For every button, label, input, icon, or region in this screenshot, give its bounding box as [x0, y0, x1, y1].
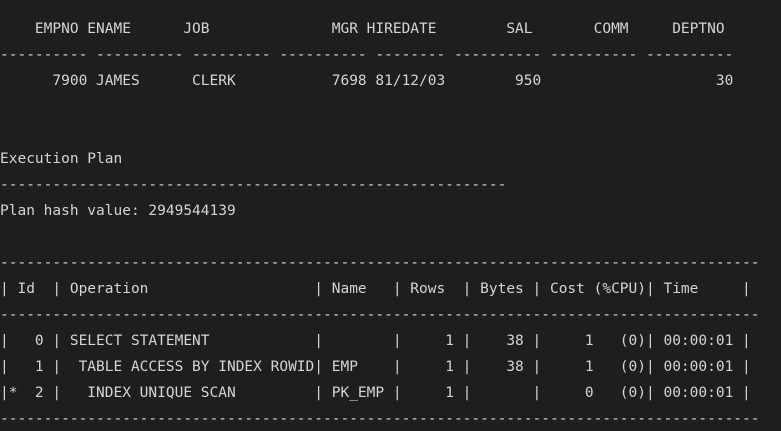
- plan-table-row: | 0 | SELECT STATEMENT | | 1 | 38 | 1 (0…: [0, 333, 751, 349]
- plan-table-border-bottom: ----------------------------------------…: [0, 411, 760, 427]
- plan-table-header-border: ----------------------------------------…: [0, 307, 760, 323]
- plan-hash-value: Plan hash value: 2949544139: [0, 203, 236, 219]
- query-result-separator: ---------- ---------- --------- --------…: [0, 47, 734, 63]
- plan-table-row: | 1 | TABLE ACCESS BY INDEX ROWID| EMP |…: [0, 359, 751, 375]
- query-result-header: EMPNO ENAME JOB MGR HIREDATE SAL COMM DE…: [0, 21, 725, 37]
- plan-table-header: | Id | Operation | Name | Rows | Bytes |…: [0, 281, 751, 297]
- plan-table-border-top: ----------------------------------------…: [0, 255, 760, 271]
- execution-plan-underline: ----------------------------------------…: [0, 177, 507, 193]
- execution-plan-title: Execution Plan: [0, 151, 123, 167]
- query-result-row: 7900 JAMES CLERK 7698 81/12/03 950 30: [0, 73, 734, 89]
- terminal-output: EMPNO ENAME JOB MGR HIREDATE SAL COMM DE…: [0, 0, 781, 431]
- plan-table-row: |* 2 | INDEX UNIQUE SCAN | PK_EMP | 1 | …: [0, 385, 751, 401]
